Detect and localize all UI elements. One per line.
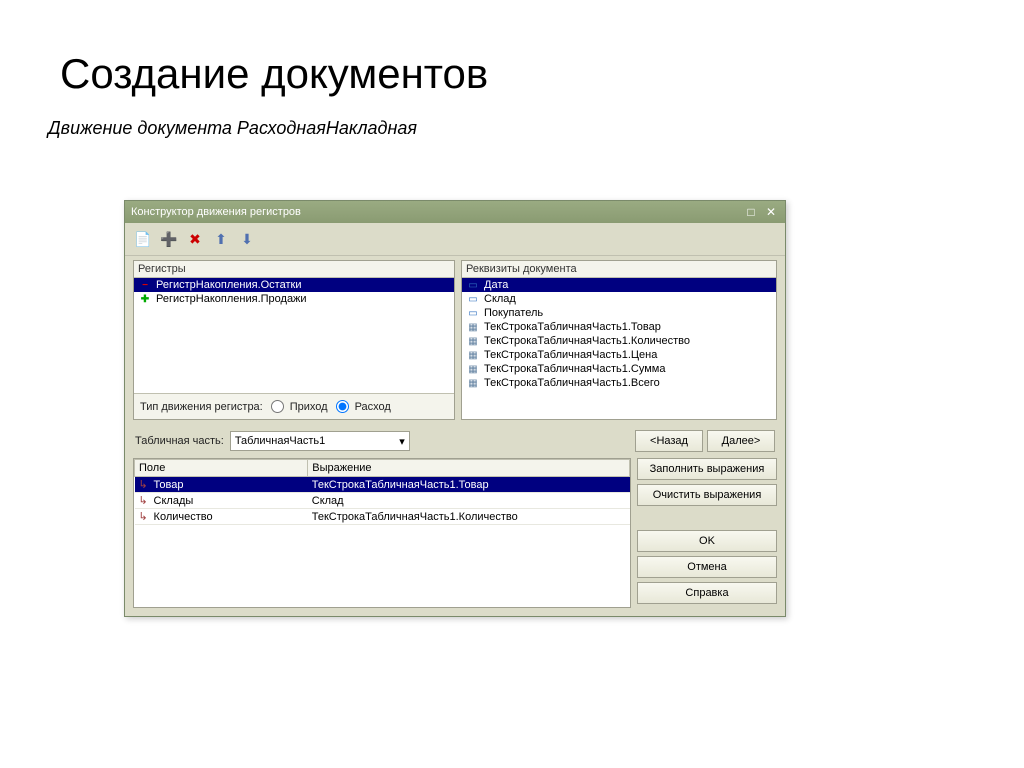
list-item[interactable]: ✚ РегистрНакопления.Продажи: [134, 292, 454, 306]
radio-outcome[interactable]: [336, 400, 349, 413]
list-item-label: Дата: [484, 279, 508, 291]
back-button[interactable]: <Назад: [635, 430, 703, 452]
expressions-table[interactable]: Поле Выражение ↳ ТоварТекСтрокаТабличная…: [134, 459, 630, 525]
clear-expressions-button[interactable]: Очистить выражения: [637, 484, 777, 506]
list-item-label: Склад: [484, 293, 516, 305]
list-item-label: ТекСтрокаТабличнаяЧасть1.Всего: [484, 377, 660, 389]
list-item[interactable]: ▭ Склад: [462, 292, 776, 306]
field-icon: ↳: [139, 478, 151, 491]
cell-expr: ТекСтрокаТабличнаяЧасть1.Количество: [308, 509, 630, 525]
table-field-icon: ▦: [466, 349, 480, 361]
move-up-icon[interactable]: ⬆: [211, 229, 231, 249]
cell-field: ↳ Склады: [135, 493, 308, 509]
attribute-icon: ▭: [466, 307, 480, 319]
slide-subtitle: Движение документа РасходнаяНакладная: [0, 108, 1024, 154]
field-icon: ↳: [139, 494, 151, 507]
list-item-label: ТекСтрокаТабличнаяЧасть1.Сумма: [484, 363, 665, 375]
table-field-icon: ▦: [466, 321, 480, 333]
table-row[interactable]: ↳ КоличествоТекСтрокаТабличнаяЧасть1.Кол…: [135, 509, 630, 525]
tab-part-select[interactable]: ТабличнаяЧасть1 ▾: [230, 431, 410, 451]
slide-title: Создание документов: [0, 0, 1024, 108]
table-field-icon: ▦: [466, 377, 480, 389]
list-item-label: ТекСтрокаТабличнаяЧасть1.Количество: [484, 335, 690, 347]
cell-field: ↳ Количество: [135, 509, 308, 525]
cancel-button[interactable]: Отмена: [637, 556, 777, 578]
move-down-icon[interactable]: ⬇: [237, 229, 257, 249]
doc-fields-panel: Реквизиты документа ▭ Дата ▭ Склад ▭ Покупате…: [461, 260, 777, 420]
doc-fields-header: Реквизиты документа: [462, 261, 776, 278]
list-item[interactable]: ▦ ТекСтрокаТабличнаяЧасть1.Цена: [462, 348, 776, 362]
toolbar: 📄 ➕ ✖ ⬆ ⬇: [125, 223, 785, 256]
registers-header: Регистры: [134, 261, 454, 278]
list-item-label: РегистрНакопления.Остатки: [156, 279, 301, 291]
chevron-down-icon: ▾: [399, 435, 405, 448]
expressions-table-wrap: Поле Выражение ↳ ТоварТекСтрокаТабличная…: [133, 458, 631, 608]
list-item[interactable]: ▦ ТекСтрокаТабличнаяЧасть1.Сумма: [462, 362, 776, 376]
close-icon[interactable]: ✕: [763, 205, 779, 219]
movement-type-label: Тип движения регистра:: [140, 401, 263, 413]
next-button[interactable]: Далее>: [707, 430, 775, 452]
list-item[interactable]: ▭ Покупатель: [462, 306, 776, 320]
add-plus-icon[interactable]: ➕: [159, 229, 179, 249]
fill-expressions-button[interactable]: Заполнить выражения: [637, 458, 777, 480]
radio-outcome-label: Расход: [355, 401, 391, 413]
remove-icon[interactable]: ✖: [185, 229, 205, 249]
movement-type-row: Тип движения регистра: Приход Расход: [134, 393, 454, 419]
registers-list[interactable]: −РегистрНакопления.Остатки✚РегистрНакопл…: [134, 278, 454, 393]
help-button[interactable]: Справка: [637, 582, 777, 604]
registers-panel: Регистры −РегистрНакопления.Остатки✚Реги…: [133, 260, 455, 420]
doc-fields-list[interactable]: ▭ Дата ▭ Склад ▭ Покупатель ▦ ТекСтрокаТаблична…: [462, 278, 776, 390]
ok-button[interactable]: OK: [637, 530, 777, 552]
cell-field: ↳ Товар: [135, 477, 308, 493]
minus-icon: −: [138, 279, 152, 291]
col-expr: Выражение: [308, 460, 630, 477]
list-item[interactable]: ▭ Дата: [462, 278, 776, 292]
dialog-window: Конструктор движения регистров □ ✕ 📄 ➕ ✖…: [124, 200, 786, 617]
add-icon[interactable]: 📄: [133, 229, 153, 249]
table-row[interactable]: ↳ СкладыСклад: [135, 493, 630, 509]
col-field: Поле: [135, 460, 308, 477]
radio-income[interactable]: [271, 400, 284, 413]
list-item-label: Покупатель: [484, 307, 543, 319]
list-item[interactable]: ▦ ТекСтрокаТабличнаяЧасть1.Всего: [462, 376, 776, 390]
attribute-icon: ▭: [466, 293, 480, 305]
attribute-icon: ▭: [466, 279, 480, 291]
cell-expr: Склад: [308, 493, 630, 509]
list-item[interactable]: −РегистрНакопления.Остатки: [134, 278, 454, 292]
table-row[interactable]: ↳ ТоварТекСтрокаТабличнаяЧасть1.Товар: [135, 477, 630, 493]
titlebar: Конструктор движения регистров □ ✕: [125, 201, 785, 223]
window-title: Конструктор движения регистров: [131, 206, 301, 218]
list-item-label: РегистрНакопления.Продажи: [156, 293, 307, 305]
list-item[interactable]: ▦ ТекСтрокаТабличнаяЧасть1.Количество: [462, 334, 776, 348]
radio-income-label: Приход: [290, 401, 328, 413]
maximize-icon[interactable]: □: [743, 205, 759, 219]
list-item[interactable]: ▦ ТекСтрокаТабличнаяЧасть1.Товар: [462, 320, 776, 334]
table-field-icon: ▦: [466, 335, 480, 347]
list-item-label: ТекСтрокаТабличнаяЧасть1.Товар: [484, 321, 661, 333]
list-item-label: ТекСтрокаТабличнаяЧасть1.Цена: [484, 349, 657, 361]
tab-part-label: Табличная часть:: [135, 435, 224, 447]
cell-expr: ТекСтрокаТабличнаяЧасть1.Товар: [308, 477, 630, 493]
tab-part-value: ТабличнаяЧасть1: [235, 435, 325, 447]
plus-icon: ✚: [138, 293, 152, 305]
field-icon: ↳: [139, 510, 151, 523]
table-field-icon: ▦: [466, 363, 480, 375]
